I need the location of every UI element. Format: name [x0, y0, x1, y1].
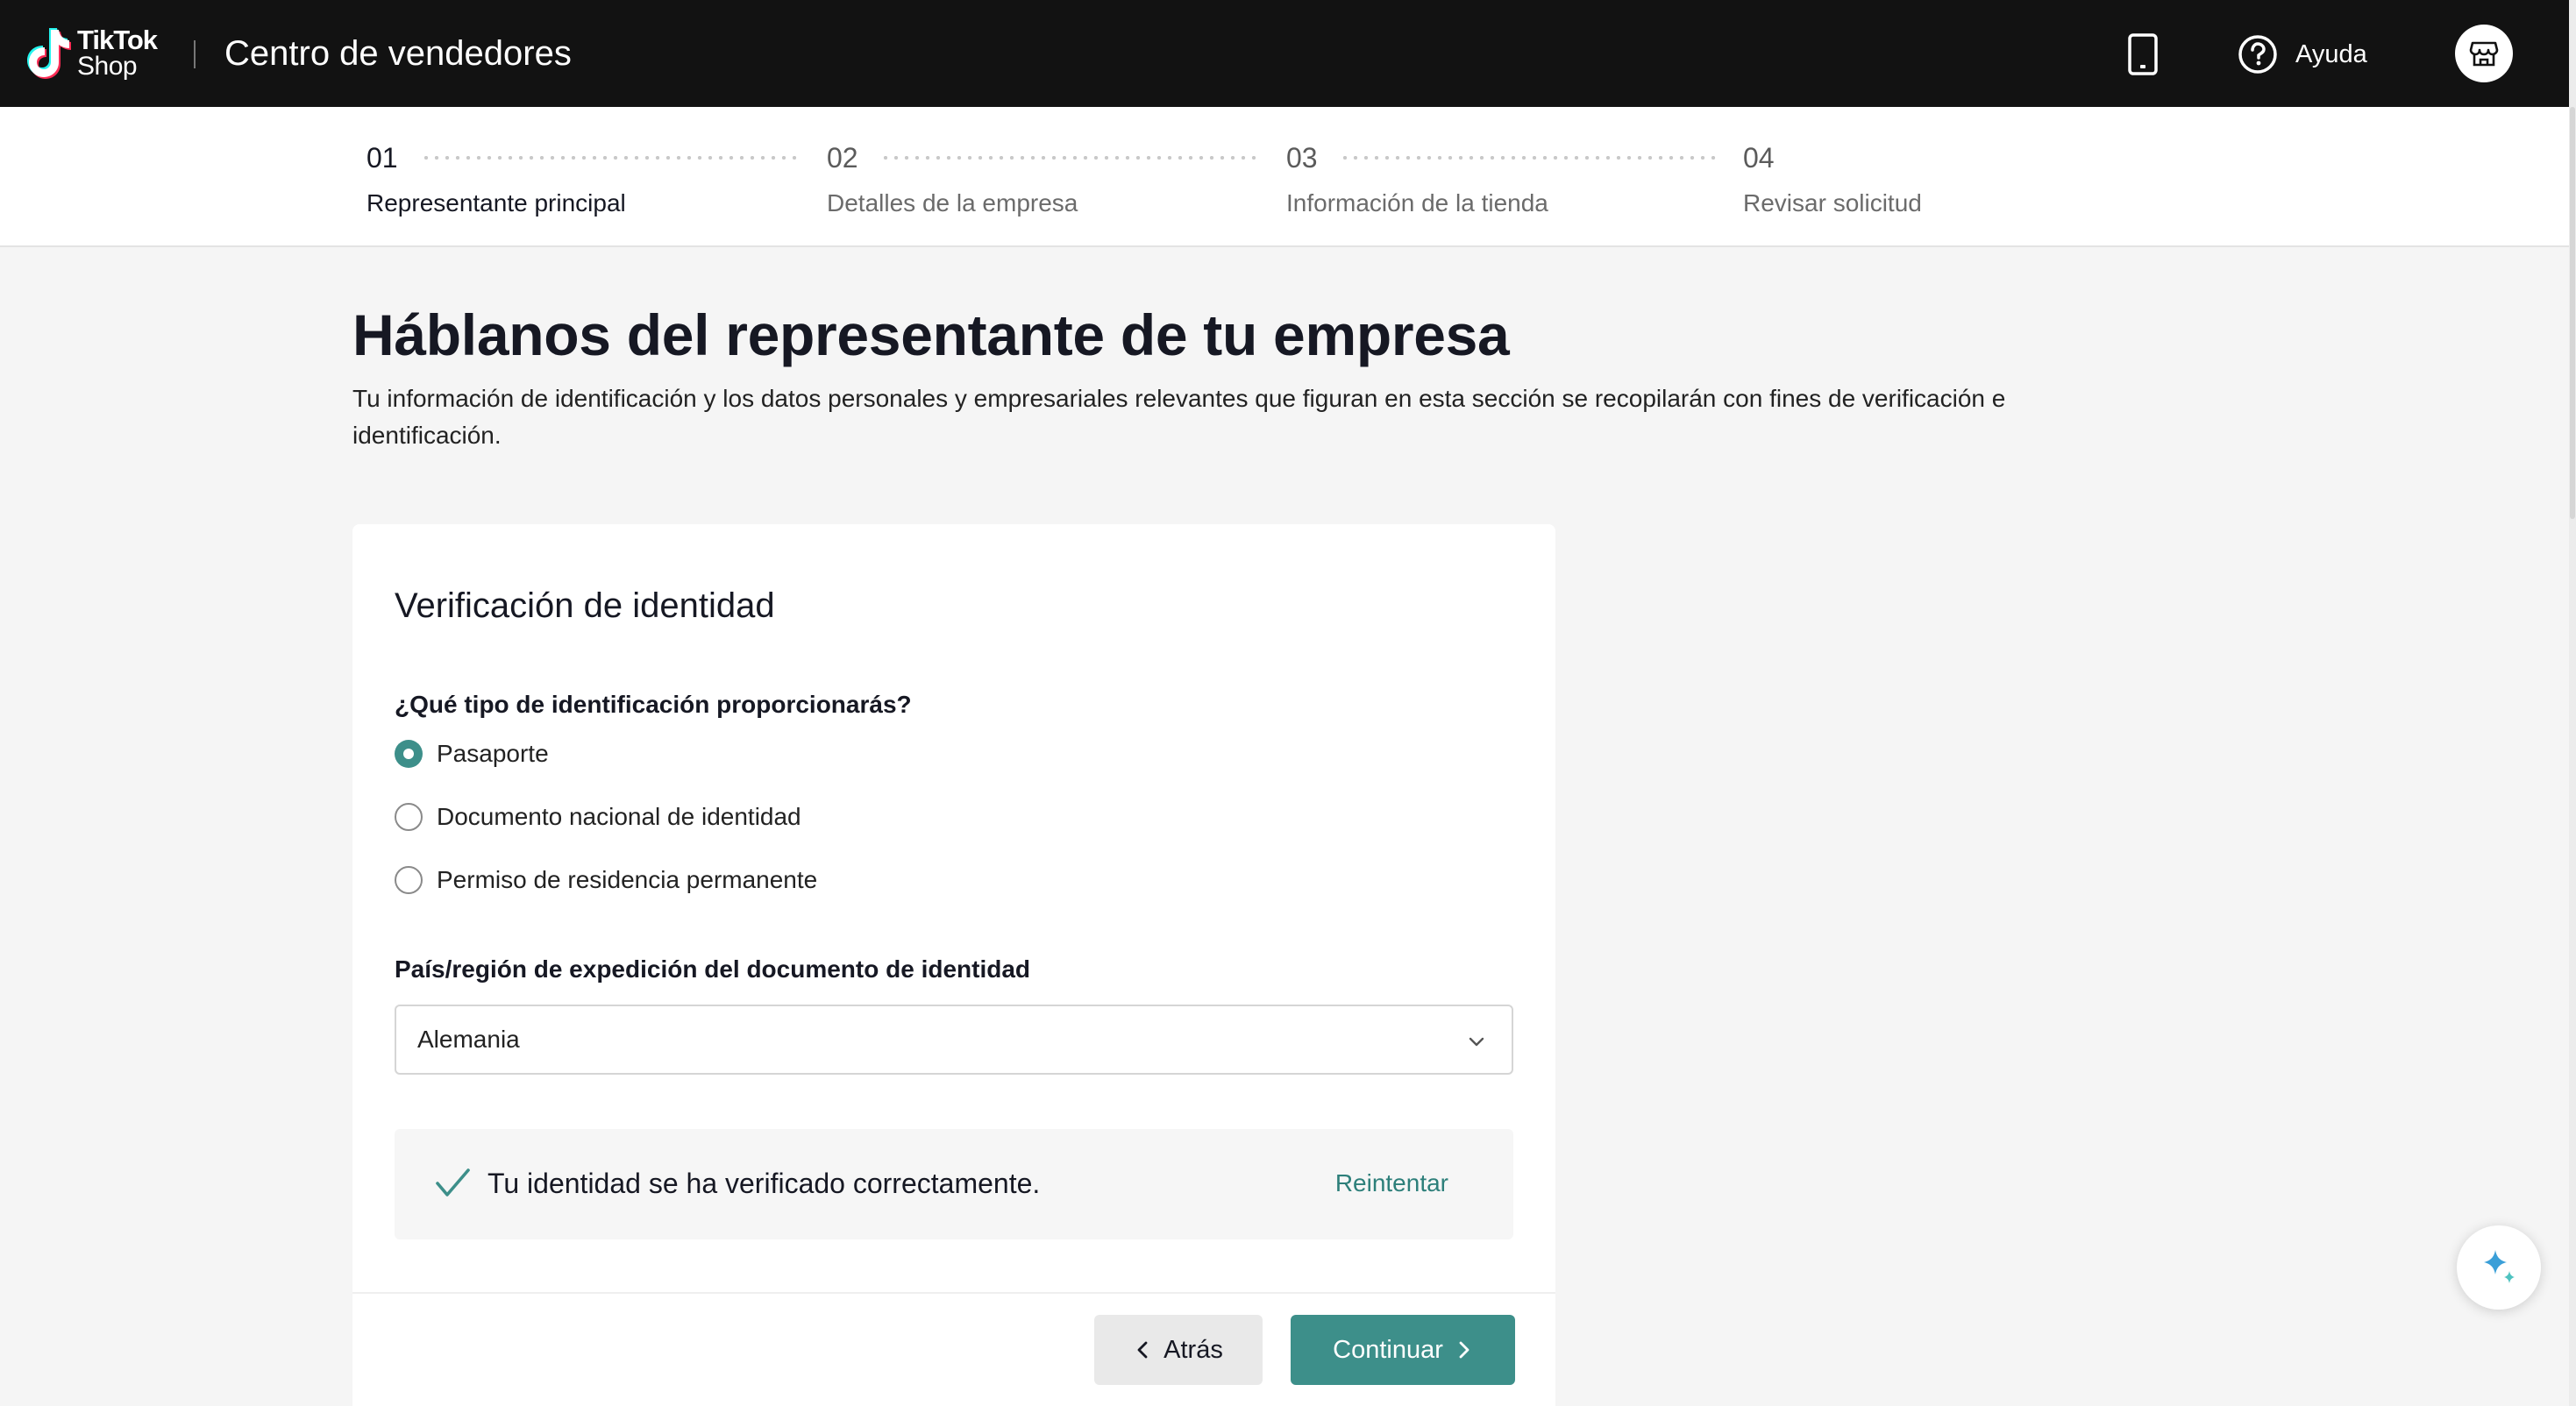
continue-button-label: Continuar: [1333, 1335, 1443, 1364]
verification-status-box: Tu identidad se ha verificado correctame…: [395, 1129, 1513, 1239]
app-title: Centro de vendedores: [224, 34, 572, 73]
progress-stepper: 01 Representante principal 02 Detalles d…: [0, 107, 2569, 247]
step-connector: [1340, 156, 1717, 160]
chevron-left-icon: [1137, 1341, 1148, 1359]
tiktok-shop-logo[interactable]: TikTok Shop: [25, 25, 174, 82]
step-4: 04 Revisar solicitud: [1743, 138, 1922, 219]
country-field-label: País/región de expedición del documento …: [395, 955, 1031, 983]
radio-label: Documento nacional de identidad: [437, 803, 801, 830]
radio-label: Pasaporte: [437, 740, 549, 767]
ai-assistant-button[interactable]: [2457, 1225, 2541, 1310]
identity-verification-card: Verificación de identidad ¿Qué tipo de i…: [352, 524, 1555, 1406]
step-label: Información de la tienda: [1286, 189, 1548, 217]
radio-option-passport[interactable]: Pasaporte: [395, 738, 549, 770]
shop-avatar[interactable]: [2455, 25, 2513, 82]
step-1: 01 Representante principal: [366, 138, 626, 219]
verification-status-text: Tu identidad se ha verificado correctame…: [487, 1168, 1041, 1199]
radio-option-residence-permit[interactable]: Permiso de residencia permanente: [395, 864, 817, 896]
checkmark-icon: [436, 1168, 470, 1197]
tiktok-logo-icon: [27, 28, 71, 79]
header-divider: [194, 40, 196, 68]
step-2: 02 Detalles de la empresa: [827, 138, 1078, 219]
logo-text: TikTok Shop: [77, 25, 158, 81]
step-label: Revisar solicitud: [1743, 189, 1922, 217]
page-title: Háblanos del representante de tu empresa: [352, 302, 1510, 367]
chevron-right-icon: [1459, 1341, 1469, 1359]
radio-button[interactable]: [395, 866, 423, 894]
page: TikTok Shop Centro de vendedores Ayuda 0…: [0, 0, 2576, 1406]
step-number: 04: [1743, 142, 1775, 174]
mobile-phone-icon: [2128, 33, 2158, 75]
logo-line-1: TikTok: [77, 25, 158, 55]
help-label: Ayuda: [2295, 39, 2367, 68]
id-type-question: ¿Qué tipo de identificación proporcionar…: [395, 691, 912, 718]
retry-link[interactable]: Reintentar: [1335, 1168, 1448, 1199]
step-connector: [421, 156, 798, 160]
step-3: 03 Información de la tienda: [1286, 138, 1548, 219]
card-footer-divider: [352, 1292, 1555, 1294]
mobile-phone-button[interactable]: [2125, 33, 2160, 75]
scrollbar-thumb[interactable]: [2570, 107, 2575, 519]
radio-button[interactable]: [395, 803, 423, 831]
country-select[interactable]: Alemania: [395, 1005, 1513, 1075]
help-button[interactable]: Ayuda: [2238, 33, 2367, 75]
chevron-down-icon: [1469, 1037, 1484, 1047]
country-select-value: Alemania: [417, 1026, 520, 1053]
store-icon: [2469, 41, 2499, 67]
radio-label: Permiso de residencia permanente: [437, 866, 818, 893]
sparkle-icon: [2484, 1250, 2515, 1283]
page-scrollbar[interactable]: [2569, 0, 2576, 1406]
continue-button[interactable]: Continuar: [1291, 1315, 1515, 1385]
back-button-label: Atrás: [1163, 1335, 1223, 1364]
step-connector: [880, 156, 1257, 160]
top-header: TikTok Shop Centro de vendedores Ayuda: [0, 0, 2569, 107]
radio-button-checked[interactable]: [395, 740, 423, 768]
logo-line-2: Shop: [77, 52, 138, 81]
radio-option-national-id[interactable]: Documento nacional de identidad: [395, 801, 801, 833]
back-button[interactable]: Atrás: [1094, 1315, 1263, 1385]
card-title: Verificación de identidad: [395, 586, 775, 625]
step-label: Detalles de la empresa: [827, 189, 1078, 217]
page-description: Tu información de identificación y los d…: [352, 385, 2006, 449]
step-label: Representante principal: [366, 189, 626, 217]
question-circle-icon: [2238, 35, 2277, 74]
